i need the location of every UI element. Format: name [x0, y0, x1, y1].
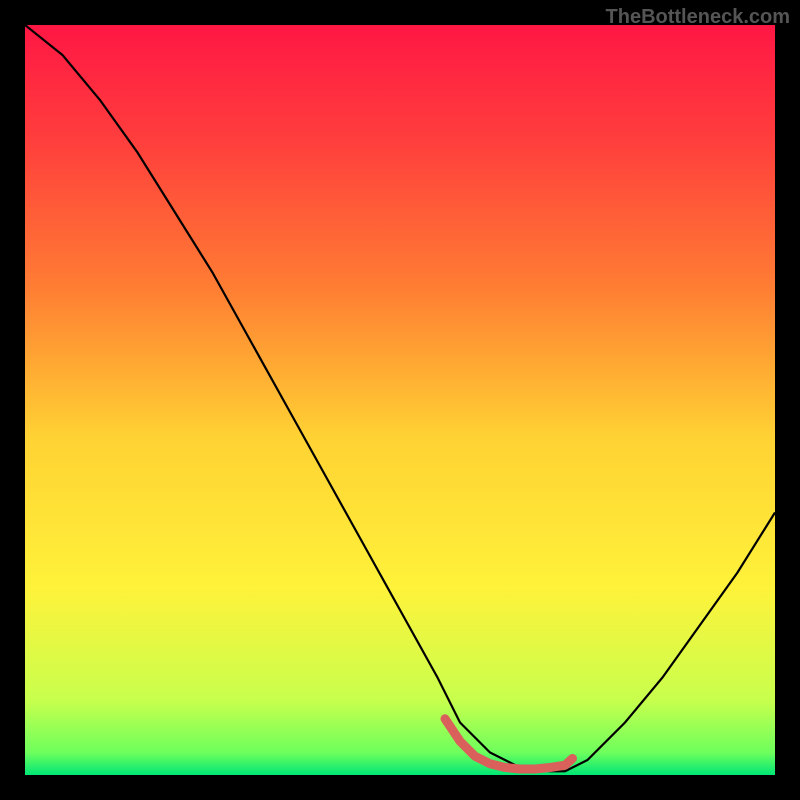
- chart-svg: [25, 25, 775, 775]
- watermark-text: TheBottleneck.com: [606, 6, 790, 29]
- chart-container: [25, 25, 775, 775]
- gradient-background: [25, 25, 775, 775]
